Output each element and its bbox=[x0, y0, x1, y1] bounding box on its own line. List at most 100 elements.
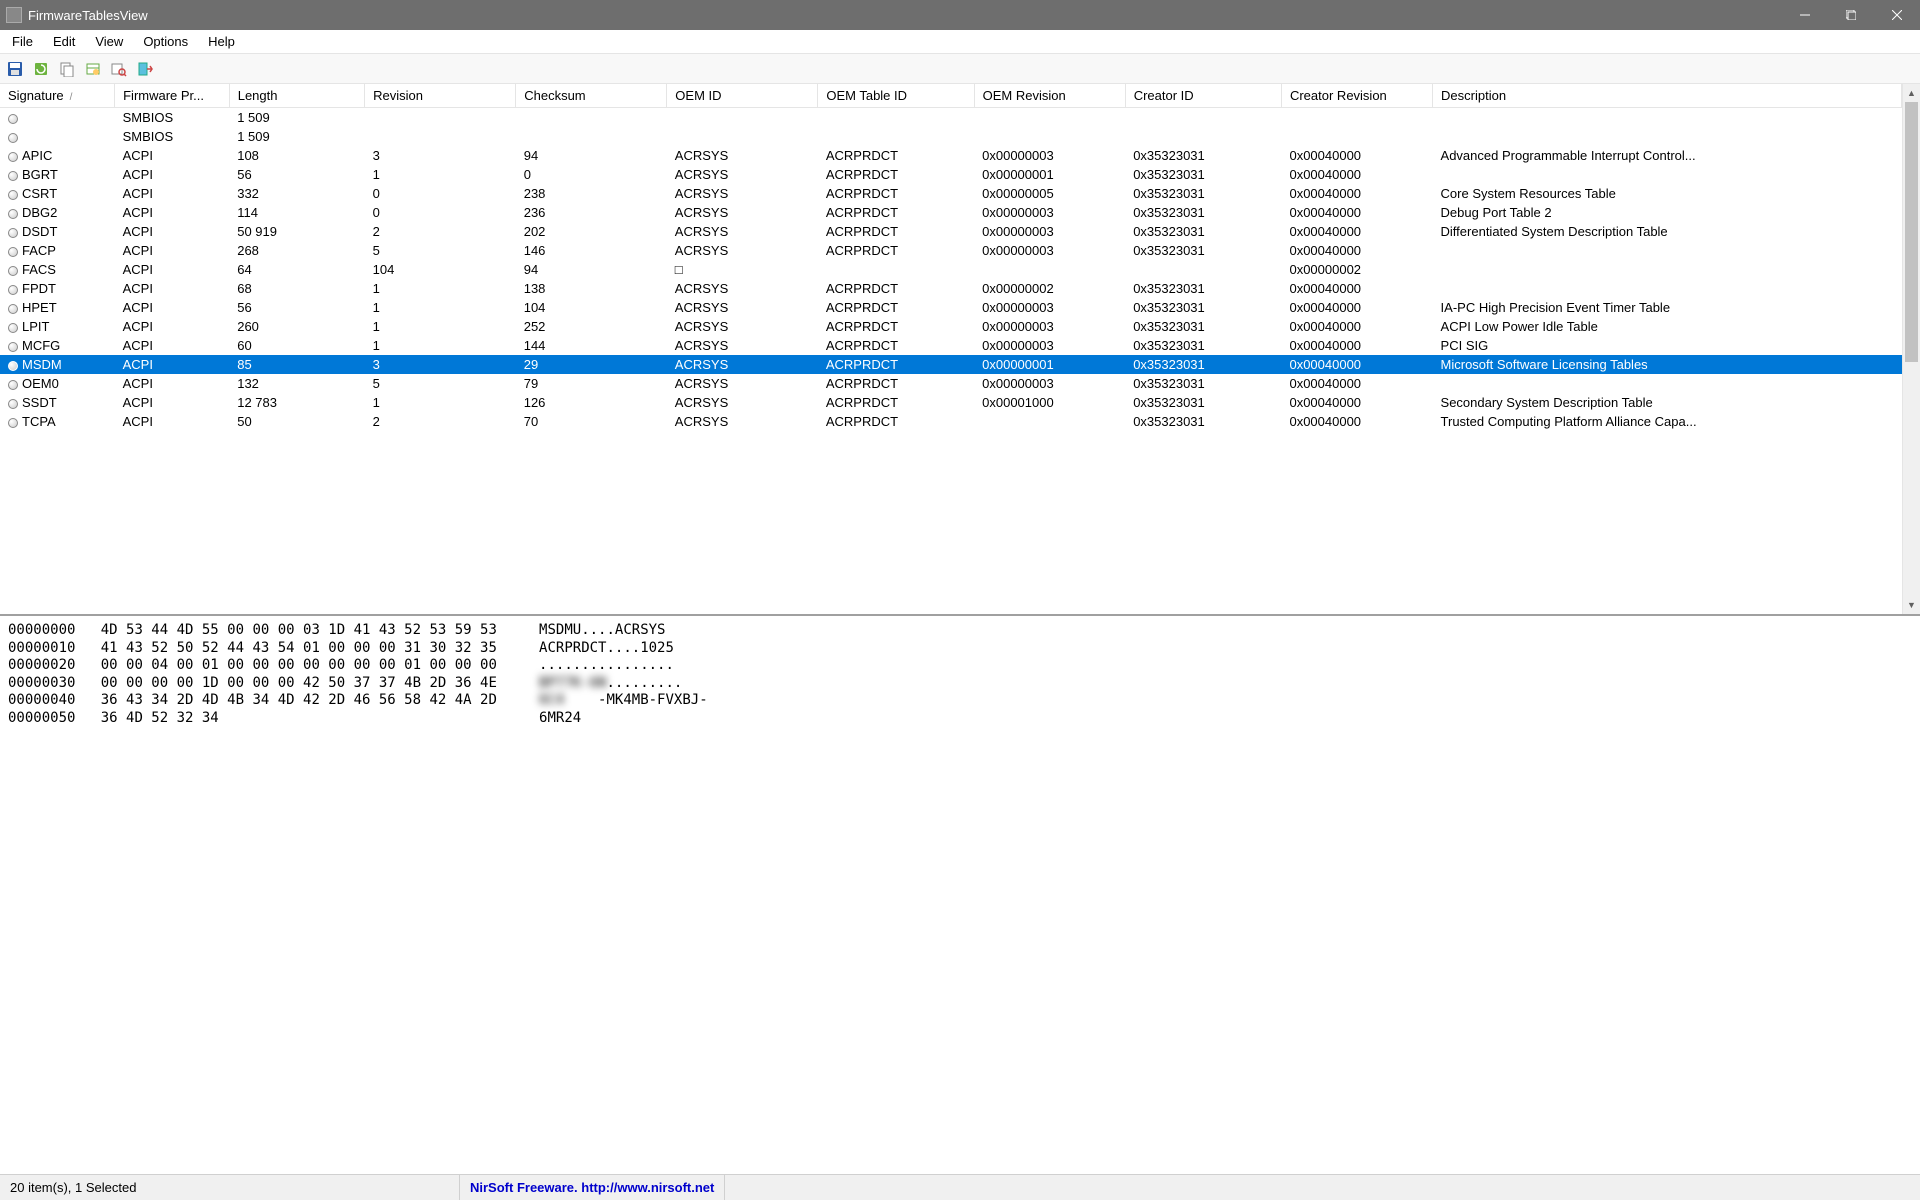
cell-oemid: ACRSYS bbox=[667, 393, 818, 412]
table-row[interactable]: FPDTACPI681138ACRSYSACRPRDCT0x000000020x… bbox=[0, 279, 1902, 298]
minimize-button[interactable] bbox=[1782, 0, 1828, 30]
cell-fw: SMBIOS bbox=[115, 108, 230, 128]
cell-rev: 104 bbox=[365, 260, 516, 279]
table-row[interactable]: SSDTACPI12 7831126ACRSYSACRPRDCT0x000010… bbox=[0, 393, 1902, 412]
cell-desc: IA-PC High Precision Event Timer Table bbox=[1433, 298, 1902, 317]
cell-fw: ACPI bbox=[115, 241, 230, 260]
cell-sig: DBG2 bbox=[0, 203, 115, 222]
cell-oemid bbox=[667, 127, 818, 146]
column-header[interactable]: OEM Revision bbox=[974, 84, 1125, 108]
table-row[interactable]: APICACPI108394ACRSYSACRPRDCT0x000000030x… bbox=[0, 146, 1902, 165]
table-row[interactable]: CSRTACPI3320238ACRSYSACRPRDCT0x000000050… bbox=[0, 184, 1902, 203]
cell-fw: ACPI bbox=[115, 412, 230, 431]
cell-desc bbox=[1433, 260, 1902, 279]
column-header[interactable]: Description bbox=[1433, 84, 1902, 108]
hex-ascii: MSDMU....ACRSYS bbox=[539, 622, 665, 638]
cell-oemid: ACRSYS bbox=[667, 317, 818, 336]
properties-icon[interactable] bbox=[82, 58, 104, 80]
cell-oemid: □ bbox=[667, 260, 818, 279]
cell-rev: 1 bbox=[365, 165, 516, 184]
close-button[interactable] bbox=[1874, 0, 1920, 30]
cell-oemrev bbox=[974, 127, 1125, 146]
cell-oemrev: 0x00000003 bbox=[974, 241, 1125, 260]
status-link[interactable]: NirSoft Freeware. http://www.nirsoft.net bbox=[460, 1175, 725, 1200]
scroll-thumb[interactable] bbox=[1905, 102, 1918, 362]
row-icon bbox=[8, 418, 18, 428]
cell-crev: 0x00040000 bbox=[1281, 165, 1432, 184]
table-row[interactable]: TCPAACPI50270ACRSYSACRPRDCT0x353230310x0… bbox=[0, 412, 1902, 431]
column-header[interactable]: Creator Revision bbox=[1281, 84, 1432, 108]
column-header[interactable]: Creator ID bbox=[1125, 84, 1281, 108]
cell-len: 64 bbox=[229, 260, 364, 279]
cell-sig: FACS bbox=[0, 260, 115, 279]
cell-len: 260 bbox=[229, 317, 364, 336]
scroll-down-icon[interactable]: ▼ bbox=[1903, 596, 1920, 614]
cell-oemrev: 0x00000003 bbox=[974, 374, 1125, 393]
cell-desc bbox=[1433, 165, 1902, 184]
cell-chk bbox=[516, 127, 667, 146]
hex-bytes: 00 00 00 00 1D 00 00 00 42 50 37 37 4B 2… bbox=[101, 675, 497, 691]
table-row[interactable]: BGRTACPI5610ACRSYSACRPRDCT0x000000010x35… bbox=[0, 165, 1902, 184]
table-row[interactable]: FACSACPI6410494□0x00000002 bbox=[0, 260, 1902, 279]
column-header[interactable]: Length bbox=[229, 84, 364, 108]
maximize-button[interactable] bbox=[1828, 0, 1874, 30]
cell-len: 50 919 bbox=[229, 222, 364, 241]
cell-chk bbox=[516, 108, 667, 128]
table-row[interactable]: MSDMACPI85329ACRSYSACRPRDCT0x000000010x3… bbox=[0, 355, 1902, 374]
table-row[interactable]: OEM0ACPI132579ACRSYSACRPRDCT0x000000030x… bbox=[0, 374, 1902, 393]
table-row[interactable]: SMBIOS1 509 bbox=[0, 108, 1902, 128]
column-header[interactable]: OEM ID bbox=[667, 84, 818, 108]
cell-len: 332 bbox=[229, 184, 364, 203]
column-header[interactable]: Checksum bbox=[516, 84, 667, 108]
cell-desc: Differentiated System Description Table bbox=[1433, 222, 1902, 241]
cell-len: 56 bbox=[229, 298, 364, 317]
hex-bytes: 36 43 34 2D 4D 4B 34 4D 42 2D 46 56 58 4… bbox=[101, 692, 497, 708]
cell-chk: 236 bbox=[516, 203, 667, 222]
window-controls bbox=[1782, 0, 1920, 30]
refresh-icon[interactable] bbox=[30, 58, 52, 80]
row-icon bbox=[8, 114, 18, 124]
cell-oemrev bbox=[974, 108, 1125, 128]
cell-chk: 79 bbox=[516, 374, 667, 393]
menu-edit[interactable]: Edit bbox=[43, 31, 85, 52]
cell-len: 68 bbox=[229, 279, 364, 298]
table-row[interactable]: DBG2ACPI1140236ACRSYSACRPRDCT0x000000030… bbox=[0, 203, 1902, 222]
table-row[interactable]: LPITACPI2601252ACRSYSACRPRDCT0x000000030… bbox=[0, 317, 1902, 336]
cell-sig: MSDM bbox=[0, 355, 115, 374]
table-row[interactable]: MCFGACPI601144ACRSYSACRPRDCT0x000000030x… bbox=[0, 336, 1902, 355]
table-pane: Signature/Firmware Pr...LengthRevisionCh… bbox=[0, 84, 1920, 614]
table-row[interactable]: HPETACPI561104ACRSYSACRPRDCT0x000000030x… bbox=[0, 298, 1902, 317]
table-row[interactable]: SMBIOS1 509 bbox=[0, 127, 1902, 146]
table-row[interactable]: DSDTACPI50 9192202ACRSYSACRPRDCT0x000000… bbox=[0, 222, 1902, 241]
exit-icon[interactable] bbox=[134, 58, 156, 80]
hex-bytes: 00 00 04 00 01 00 00 00 00 00 00 00 01 0… bbox=[101, 657, 497, 673]
cell-oemid: ACRSYS bbox=[667, 336, 818, 355]
cell-crev: 0x00040000 bbox=[1281, 298, 1432, 317]
column-header[interactable]: Revision bbox=[365, 84, 516, 108]
menu-view[interactable]: View bbox=[85, 31, 133, 52]
menu-options[interactable]: Options bbox=[133, 31, 198, 52]
table-row[interactable]: FACPACPI2685146ACRSYSACRPRDCT0x000000030… bbox=[0, 241, 1902, 260]
vertical-scrollbar[interactable]: ▲ ▼ bbox=[1902, 84, 1920, 614]
cell-oemrev: 0x00000003 bbox=[974, 317, 1125, 336]
column-header[interactable]: OEM Table ID bbox=[818, 84, 974, 108]
cell-len: 132 bbox=[229, 374, 364, 393]
hex-viewer[interactable]: 00000000 4D 53 44 4D 55 00 00 00 03 1D 4… bbox=[0, 614, 1920, 1174]
cell-crev: 0x00040000 bbox=[1281, 222, 1432, 241]
cell-oemtbl: ACRPRDCT bbox=[818, 393, 974, 412]
hex-ascii: ................ bbox=[539, 657, 674, 673]
cell-len: 268 bbox=[229, 241, 364, 260]
save-icon[interactable] bbox=[4, 58, 26, 80]
hex-bytes: 4D 53 44 4D 55 00 00 00 03 1D 41 43 52 5… bbox=[101, 622, 497, 638]
scroll-up-icon[interactable]: ▲ bbox=[1903, 84, 1920, 102]
find-icon[interactable] bbox=[108, 58, 130, 80]
firmware-table[interactable]: Signature/Firmware Pr...LengthRevisionCh… bbox=[0, 84, 1902, 431]
column-header[interactable]: Firmware Pr... bbox=[115, 84, 230, 108]
cell-fw: ACPI bbox=[115, 393, 230, 412]
cell-desc bbox=[1433, 374, 1902, 393]
menu-help[interactable]: Help bbox=[198, 31, 245, 52]
column-header[interactable]: Signature/ bbox=[0, 84, 115, 108]
row-icon bbox=[8, 342, 18, 352]
copy-icon[interactable] bbox=[56, 58, 78, 80]
menu-file[interactable]: File bbox=[2, 31, 43, 52]
